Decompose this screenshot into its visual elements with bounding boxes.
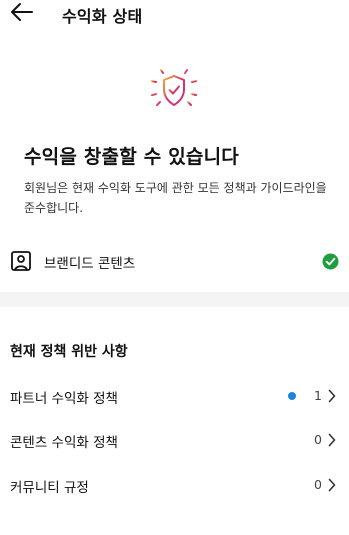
unread-dot [288, 392, 296, 400]
branded-content-icon [11, 251, 31, 271]
list-item-label: 파트너 수익화 정책 [10, 391, 118, 407]
arrow-left-icon[interactable] [10, 2, 34, 22]
check-circle-icon [322, 253, 339, 270]
branded-content-row[interactable]: 브랜디드 콘텐츠 [0, 241, 349, 281]
chevron-right-icon [328, 433, 336, 447]
monetization-description: 회원님은 현재 수익화 도구에 관한 모든 정책과 가이드라인을 준수합니다. [24, 181, 327, 215]
violation-count: 0 [314, 477, 322, 492]
violations-section-title: 현재 정책 위반 사항 [10, 344, 128, 360]
partner-monetization-policy-row[interactable]: 파트너 수익화 정책 1 [0, 376, 349, 416]
community-guidelines-row[interactable]: 커뮤니티 규정 0 [0, 465, 349, 505]
monetization-headline: 수익을 창출할 수 있습니다 [24, 146, 239, 168]
violation-count: 0 [314, 432, 322, 447]
content-monetization-policy-row[interactable]: 콘텐츠 수익화 정책 0 [0, 420, 349, 460]
list-item-label: 콘텐츠 수익화 정책 [10, 435, 118, 451]
header: 수익화 상태 [0, 0, 349, 28]
chevron-right-icon [328, 478, 336, 492]
shield-check-icon [151, 65, 197, 106]
branded-content-label: 브랜디드 콘텐츠 [44, 256, 136, 272]
list-item-label: 커뮤니티 규정 [10, 480, 89, 496]
chevron-right-icon [328, 389, 336, 403]
section-divider [0, 292, 349, 307]
page-title: 수익화 상태 [62, 7, 143, 26]
violation-count: 1 [314, 388, 322, 403]
